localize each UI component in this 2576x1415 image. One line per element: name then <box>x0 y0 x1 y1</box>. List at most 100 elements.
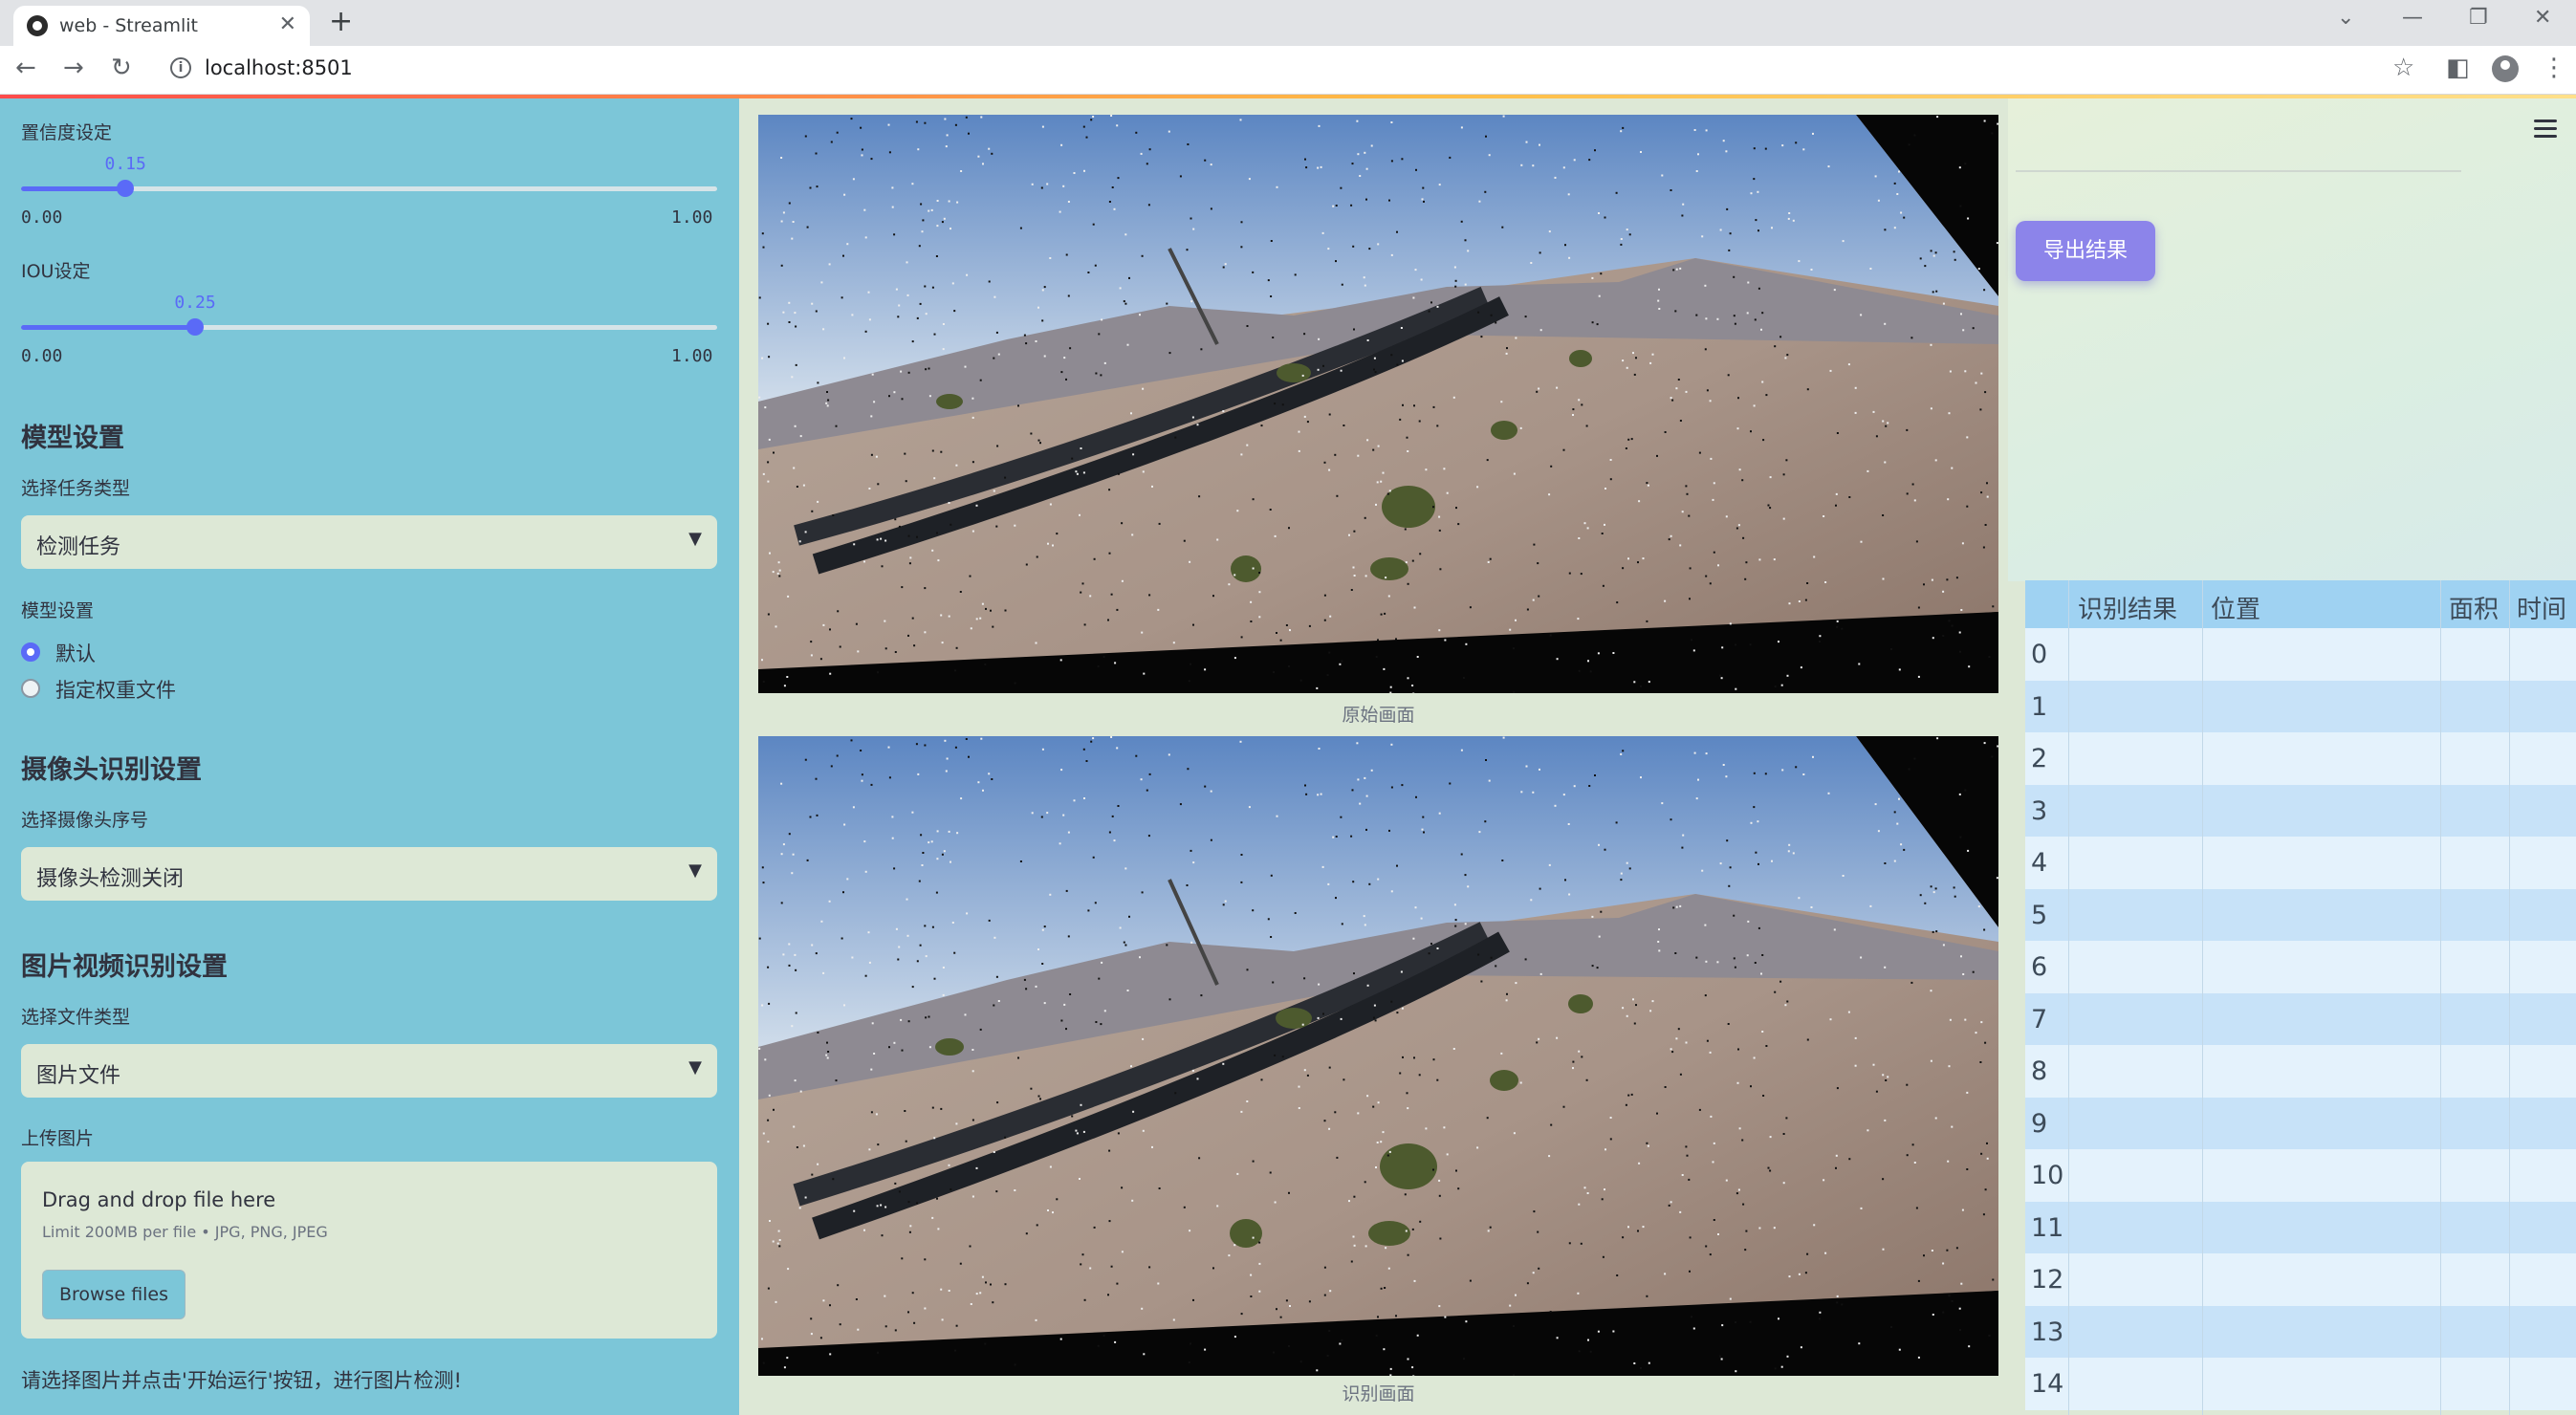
noise-speck <box>780 782 783 785</box>
main-menu-icon[interactable] <box>2534 120 2557 142</box>
table-row[interactable]: 9 <box>2025 1097 2576 1149</box>
browser-menu-icon[interactable]: ⋮ <box>2542 54 2566 82</box>
noise-speck <box>1568 893 1571 896</box>
forward-icon[interactable]: → <box>63 54 84 82</box>
noise-speck <box>1679 904 1682 907</box>
table-row[interactable]: 11 <box>2025 1201 2576 1253</box>
noise-speck <box>1959 650 1961 653</box>
noise-speck <box>1562 448 1565 451</box>
noise-speck <box>1462 677 1465 679</box>
noise-speck <box>1539 329 1542 332</box>
column-header-position[interactable]: 位置 <box>2211 590 2260 625</box>
noise-speck <box>1884 322 1887 325</box>
column-header-result[interactable]: 识别结果 <box>2078 590 2177 625</box>
new-tab-icon[interactable]: + <box>329 5 353 38</box>
table-row[interactable]: 7 <box>2025 992 2576 1045</box>
table-row[interactable]: 2 <box>2025 732 2576 785</box>
noise-speck <box>1365 795 1368 797</box>
table-row[interactable]: 4 <box>2025 837 2576 889</box>
camera-select[interactable]: 摄像头检测关闭 ▼ <box>21 847 717 901</box>
iou-slider-thumb[interactable] <box>186 318 204 336</box>
noise-speck <box>1121 1251 1124 1253</box>
noise-speck <box>1798 897 1801 900</box>
column-header-time[interactable]: 时间 <box>2517 590 2566 625</box>
noise-speck <box>1317 1016 1320 1019</box>
minimize-icon[interactable]: — <box>2402 6 2423 30</box>
results-table[interactable]: 识别结果 位置 面积 时间 0 1 2 3 4 5 6 7 8 9 10 11 12 13 14 <box>2025 580 2576 1410</box>
reload-icon[interactable]: ↻ <box>111 54 132 82</box>
browse-files-button[interactable]: Browse files <box>42 1270 186 1319</box>
bookmark-star-icon[interactable]: ☆ <box>2392 54 2414 82</box>
file-type-select[interactable]: 图片文件 ▼ <box>21 1044 717 1098</box>
noise-speck <box>1646 482 1648 485</box>
noise-speck <box>1872 410 1875 413</box>
noise-speck <box>1148 148 1151 151</box>
noise-speck <box>1548 1155 1551 1158</box>
table-row[interactable]: 14 <box>2025 1358 2576 1410</box>
noise-speck <box>1224 900 1227 903</box>
table-row[interactable]: 0 <box>2025 628 2576 681</box>
address-bar[interactable]: localhost:8501 <box>205 56 353 79</box>
noise-speck <box>1520 163 1523 166</box>
table-row[interactable]: 3 <box>2025 784 2576 837</box>
noise-speck <box>1738 468 1741 471</box>
radio-default-label[interactable]: 默认 <box>55 639 96 667</box>
close-window-icon[interactable]: ✕ <box>2534 6 2551 30</box>
task-type-select[interactable]: 检测任务 ▼ <box>21 515 717 569</box>
noise-speck <box>928 1046 931 1049</box>
noise-speck <box>1308 624 1311 627</box>
noise-speck <box>787 1268 790 1271</box>
noise-speck <box>1836 1087 1839 1090</box>
noise-speck <box>1779 336 1782 338</box>
confidence-slider[interactable]: 0.15 <box>21 154 717 197</box>
noise-speck <box>1336 494 1339 497</box>
table-row[interactable]: 8 <box>2025 1045 2576 1098</box>
noise-speck <box>1502 736 1505 739</box>
noise-speck <box>1785 1117 1788 1120</box>
noise-speck <box>1147 835 1150 838</box>
side-panel-icon[interactable]: ◧ <box>2446 54 2470 82</box>
noise-speck <box>1698 1108 1701 1111</box>
restore-icon[interactable]: ❐ <box>2469 6 2488 30</box>
noise-speck <box>1860 314 1863 316</box>
table-row[interactable]: 10 <box>2025 1149 2576 1202</box>
iou-slider[interactable]: 0.25 <box>21 293 717 336</box>
noise-speck <box>1079 513 1081 516</box>
noise-speck <box>780 157 783 159</box>
noise-speck <box>1364 575 1367 577</box>
noise-speck <box>1806 1038 1809 1041</box>
noise-speck <box>1438 1305 1441 1308</box>
noise-speck <box>1366 439 1369 442</box>
radio-default[interactable] <box>21 642 40 662</box>
noise-speck <box>907 371 910 374</box>
noise-speck <box>942 993 945 996</box>
table-row[interactable]: 12 <box>2025 1253 2576 1306</box>
noise-speck <box>1769 1136 1772 1139</box>
close-tab-icon[interactable]: ✕ <box>279 12 296 36</box>
table-row[interactable]: 13 <box>2025 1305 2576 1358</box>
noise-speck <box>810 641 813 643</box>
browser-tab[interactable]: web - Streamlit ✕ <box>13 6 310 46</box>
row-index: 2 <box>2031 744 2048 773</box>
noise-speck <box>1893 182 1896 185</box>
noise-speck <box>1882 1248 1885 1251</box>
column-header-area[interactable]: 面积 <box>2449 590 2499 625</box>
noise-speck <box>1935 930 1938 933</box>
noise-speck <box>762 246 765 249</box>
profile-avatar[interactable] <box>2492 55 2519 82</box>
table-row[interactable]: 6 <box>2025 941 2576 993</box>
file-uploader-dropzone[interactable]: Drag and drop file here Limit 200MB per … <box>21 1162 717 1339</box>
noise-speck <box>1520 791 1523 794</box>
site-info-icon[interactable]: i <box>170 57 191 78</box>
noise-speck <box>1047 1209 1049 1211</box>
radio-custom-weights-label[interactable]: 指定权重文件 <box>55 675 176 704</box>
table-row[interactable]: 5 <box>2025 888 2576 941</box>
noise-speck <box>791 376 794 379</box>
back-icon[interactable]: ← <box>15 54 36 82</box>
export-results-button[interactable]: 导出结果 <box>2016 221 2155 281</box>
confidence-slider-thumb[interactable] <box>117 180 135 197</box>
tab-search-icon[interactable]: ⌄ <box>2337 6 2354 30</box>
radio-custom-weights[interactable] <box>21 679 40 698</box>
table-row[interactable]: 1 <box>2025 680 2576 732</box>
noise-speck <box>1733 957 1736 960</box>
